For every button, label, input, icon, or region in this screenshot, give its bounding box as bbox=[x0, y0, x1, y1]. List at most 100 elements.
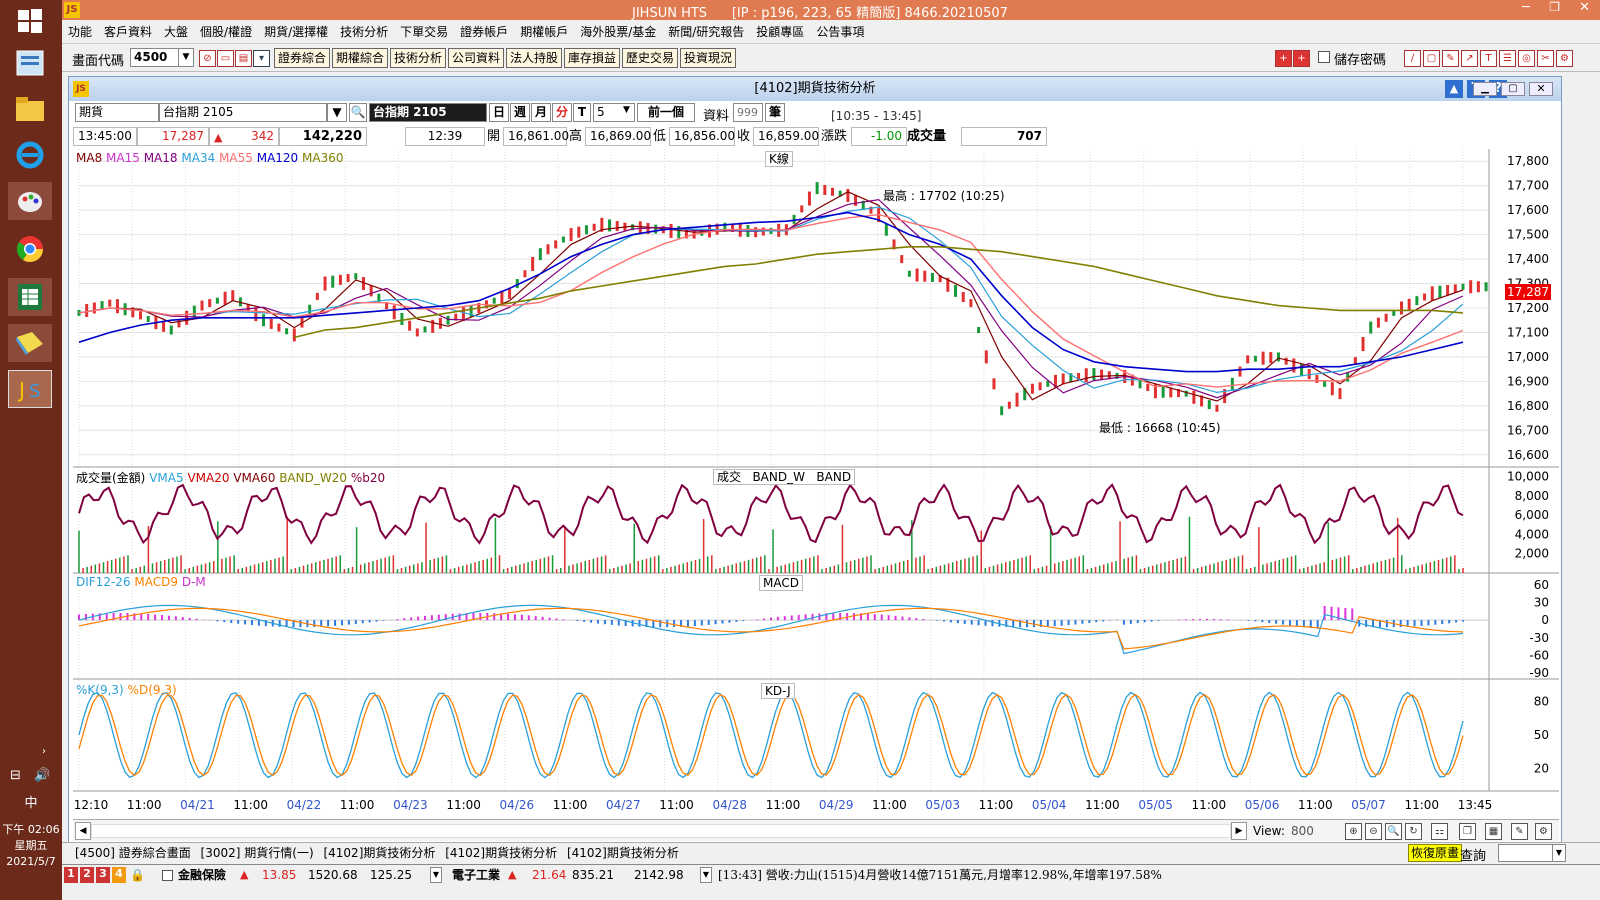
notes-icon[interactable] bbox=[8, 324, 52, 362]
settings-icon[interactable]: ⚙ bbox=[1535, 823, 1552, 840]
screen-4-button[interactable]: 4 bbox=[112, 867, 126, 883]
calendar-icon[interactable]: ▭ bbox=[217, 50, 234, 67]
restore-button[interactable]: 恢復原畫 bbox=[1408, 844, 1463, 862]
move-up-icon[interactable]: ▲ bbox=[1445, 80, 1463, 98]
tab-4102-c[interactable]: [4102]期貨技術分析 bbox=[564, 843, 682, 863]
symbol-search-icon[interactable]: 🔍 bbox=[349, 103, 367, 122]
plus-flag-icon[interactable]: + bbox=[1293, 50, 1310, 67]
tab-4102-a[interactable]: [4102]期貨技術分析 bbox=[320, 843, 438, 863]
tab-4500[interactable]: [4500] 證券綜合畫面 bbox=[72, 843, 194, 863]
text-tool-icon[interactable]: T bbox=[1480, 50, 1497, 67]
zoom-in-icon[interactable]: ⊕ bbox=[1345, 823, 1362, 840]
inner-maximize-icon[interactable]: ▢ bbox=[1501, 82, 1525, 96]
jihsun-hts-icon[interactable]: JS bbox=[8, 370, 52, 408]
tool-icon-3[interactable]: ✎ bbox=[1442, 50, 1459, 67]
tool-icon-1[interactable]: ∕ bbox=[1404, 50, 1421, 67]
spreadsheet-icon[interactable] bbox=[8, 278, 52, 316]
period-minute[interactable]: 分 bbox=[552, 103, 572, 122]
chevron-right-icon[interactable]: › bbox=[42, 746, 46, 757]
chart-area[interactable]: 17,80017,70017,60017,50017,40017,30017,2… bbox=[73, 149, 1559, 819]
prev-button[interactable]: 前一個 bbox=[637, 103, 695, 122]
symbol-input[interactable]: 台指期 2105 bbox=[159, 103, 327, 122]
tool-icon-9[interactable]: ⚙ bbox=[1556, 50, 1573, 67]
dropdown-icon[interactable]: ▾ bbox=[253, 50, 270, 67]
copy-icon[interactable]: ❐ bbox=[1459, 823, 1476, 840]
period-week[interactable]: 週 bbox=[510, 103, 530, 122]
chart-icon[interactable]: ▤ bbox=[235, 50, 252, 67]
sector2-dropdown-icon[interactable]: ▼ bbox=[700, 867, 712, 883]
magnify-icon[interactable]: 🔍 bbox=[1385, 823, 1402, 840]
save-password-checkbox[interactable] bbox=[1318, 51, 1330, 63]
volume-icon[interactable]: 🔊 bbox=[34, 768, 50, 783]
menu-order[interactable]: 下單交易 bbox=[394, 20, 454, 44]
period-tick[interactable]: T bbox=[573, 103, 591, 122]
screen-3-button[interactable]: 3 bbox=[96, 867, 110, 883]
btn-investment[interactable]: 投資現況 bbox=[680, 48, 737, 68]
btn-inventory-pl[interactable]: 庫存損益 bbox=[564, 48, 621, 68]
tool-icon-7[interactable]: ◎ bbox=[1518, 50, 1535, 67]
menu-announcements[interactable]: 公告事項 bbox=[810, 20, 870, 44]
menu-advisory[interactable]: 投顧專區 bbox=[750, 20, 810, 44]
swiss-flag-icon[interactable]: + bbox=[1275, 50, 1292, 67]
menu-market[interactable]: 大盤 bbox=[158, 20, 194, 44]
menu-securities-account[interactable]: 證券帳戶 bbox=[454, 20, 514, 44]
btn-futures-options[interactable]: 期權綜合 bbox=[332, 48, 389, 68]
menu-stocks[interactable]: 個股/權證 bbox=[194, 20, 258, 44]
tool-icon-2[interactable]: ▢ bbox=[1423, 50, 1440, 67]
file-explorer-icon[interactable] bbox=[8, 90, 52, 128]
desktop-app-icon[interactable] bbox=[8, 44, 52, 82]
status-checkbox[interactable] bbox=[162, 870, 173, 881]
sector1-dropdown-icon[interactable]: ▼ bbox=[430, 867, 442, 883]
chrome-icon[interactable] bbox=[8, 230, 52, 268]
menu-function[interactable]: 功能 bbox=[62, 20, 98, 44]
inner-close-icon[interactable]: ✕ bbox=[1529, 82, 1553, 96]
btn-history[interactable]: 歷史交易 bbox=[622, 48, 679, 68]
minimize-icon[interactable]: ─ bbox=[1522, 0, 1530, 15]
scroll-left-icon[interactable]: ◀ bbox=[75, 822, 91, 840]
menu-futures-account[interactable]: 期權帳戶 bbox=[514, 20, 574, 44]
close-icon[interactable]: ✕ bbox=[1579, 0, 1590, 15]
internet-explorer-icon[interactable] bbox=[8, 136, 52, 174]
symbol-dropdown-icon[interactable]: ▼ bbox=[327, 103, 347, 122]
screen-2-button[interactable]: 2 bbox=[80, 867, 94, 883]
indicator-icon[interactable]: ⚏ bbox=[1431, 823, 1448, 840]
tool-icon-4[interactable]: ↗ bbox=[1461, 50, 1478, 67]
inner-minimize-icon[interactable]: ▁ bbox=[1473, 82, 1497, 96]
news-ticker[interactable]: [13:43] 營收:力山(1515)4月營收14億7151萬元,月增率12.9… bbox=[718, 865, 1162, 885]
period-day[interactable]: 日 bbox=[489, 103, 509, 122]
menu-news[interactable]: 新聞/研究報告 bbox=[662, 20, 750, 44]
menu-futures-options[interactable]: 期貨/選擇權 bbox=[258, 20, 334, 44]
restore-icon[interactable]: ❐ bbox=[1549, 0, 1560, 14]
tool-icon-8[interactable]: ✂ bbox=[1537, 50, 1554, 67]
view-value[interactable]: 800 bbox=[1291, 824, 1314, 838]
tab-4102-b[interactable]: [4102]期貨技術分析 bbox=[442, 843, 560, 863]
tab-3002[interactable]: [3002] 期貨行情(一) bbox=[198, 843, 317, 863]
windows-start-icon[interactable] bbox=[8, 2, 52, 40]
btn-technical[interactable]: 技術分析 bbox=[390, 48, 447, 68]
query-input[interactable] bbox=[1498, 844, 1554, 862]
tool-icon-6[interactable]: ☰ bbox=[1499, 50, 1516, 67]
btn-company[interactable]: 公司資料 bbox=[448, 48, 505, 68]
type-select[interactable]: 期貨 bbox=[75, 103, 159, 122]
period-month[interactable]: 月 bbox=[531, 103, 551, 122]
menu-technical[interactable]: 技術分析 bbox=[334, 20, 394, 44]
screen-1-button[interactable]: 1 bbox=[64, 867, 78, 883]
scroll-right-icon[interactable]: ▶ bbox=[1231, 822, 1247, 840]
chart-scrollbar[interactable] bbox=[91, 824, 1231, 838]
btn-securities[interactable]: 證券綜合 bbox=[274, 48, 331, 68]
menu-customer[interactable]: 客戶資料 bbox=[98, 20, 158, 44]
search-icon[interactable]: ⊘ bbox=[199, 50, 216, 67]
menu-overseas[interactable]: 海外股票/基金 bbox=[574, 20, 662, 44]
interval-dropdown-icon[interactable]: ▼ bbox=[623, 105, 630, 115]
lock-icon[interactable]: 🔒 bbox=[130, 868, 145, 882]
pen-icon[interactable]: ✎ bbox=[1511, 823, 1528, 840]
refresh-icon[interactable]: ↻ bbox=[1405, 823, 1422, 840]
network-icon[interactable]: ⊟ bbox=[10, 768, 21, 783]
btn-institutional[interactable]: 法人持股 bbox=[506, 48, 563, 68]
ime-indicator[interactable]: 中 bbox=[0, 796, 62, 811]
code-dropdown-icon[interactable]: ▼ bbox=[178, 48, 194, 67]
paint-icon[interactable] bbox=[8, 182, 52, 220]
query-dropdown-icon[interactable]: ▼ bbox=[1552, 844, 1566, 862]
data-count-input[interactable]: 999 bbox=[733, 103, 763, 122]
zoom-out-icon[interactable]: ⊖ bbox=[1365, 823, 1382, 840]
